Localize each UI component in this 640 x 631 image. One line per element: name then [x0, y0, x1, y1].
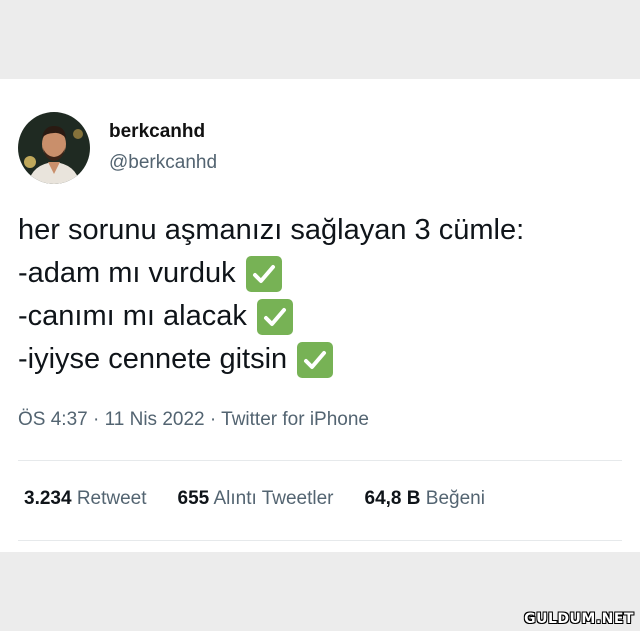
retweet-stat[interactable]: 3.234 Retweet: [24, 488, 147, 510]
tweet-text: her sorunu aşmanızı sağlayan 3 cümle: -a…: [18, 209, 628, 381]
avatar[interactable]: [18, 112, 90, 184]
like-stat[interactable]: 64,8 B Beğeni: [365, 488, 485, 510]
separator: ·: [209, 409, 217, 430]
quote-stat[interactable]: 655 Alıntı Tweetler: [178, 488, 334, 510]
tweet-line-3: -canımı mı alacak: [18, 295, 628, 338]
tweet-card: berkcanhd @berkcanhd her sorunu aşmanızı…: [0, 79, 640, 552]
tweet-line-text: -iyiyse cennete gitsin: [18, 343, 288, 375]
display-name[interactable]: berkcanhd: [109, 121, 205, 143]
quote-count: 655: [177, 488, 210, 509]
user-handle[interactable]: @berkcanhd: [109, 152, 217, 174]
like-label: Beğeni: [425, 488, 485, 509]
check-mark-icon: [256, 298, 293, 335]
tweet-meta: ÖS 4:37 · 11 Nis 2022 · Twitter for iPho…: [18, 409, 369, 431]
divider: [18, 540, 622, 541]
separator: ·: [93, 409, 100, 430]
check-mark-icon: [297, 341, 334, 378]
tweet-time[interactable]: ÖS 4:37: [18, 409, 88, 430]
retweet-label: Retweet: [76, 488, 147, 509]
tweet-line-text: -canımı mı alacak: [18, 300, 247, 332]
tweet-date[interactable]: 11 Nis 2022: [105, 409, 205, 430]
tweet-source[interactable]: Twitter for iPhone: [221, 409, 369, 430]
check-mark-icon: [245, 255, 282, 292]
tweet-line-text: her sorunu aşmanızı sağlayan 3 cümle:: [18, 214, 525, 246]
tweet-line-2: -adam mı vurduk: [18, 252, 628, 295]
tweet-line-4: -iyiyse cennete gitsin: [18, 338, 628, 381]
divider: [18, 460, 622, 461]
like-count: 64,8 B: [364, 488, 421, 509]
retweet-count: 3.234: [24, 488, 72, 509]
quote-label: Alıntı Tweetler: [213, 488, 334, 509]
tweet-stats: 3.234 Retweet 655 Alıntı Tweetler 64,8 B…: [24, 488, 516, 510]
tweet-line-1: her sorunu aşmanızı sağlayan 3 cümle:: [18, 209, 628, 252]
tweet-line-text: -adam mı vurduk: [18, 257, 236, 289]
avatar-photo: [18, 112, 90, 184]
watermark: GULDUM.NET: [524, 611, 634, 627]
